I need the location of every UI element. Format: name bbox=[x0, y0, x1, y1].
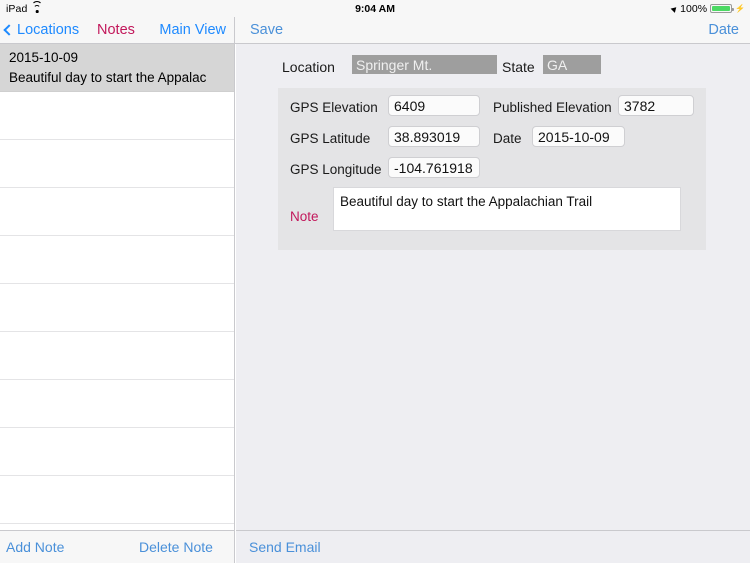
save-button-label: Save bbox=[250, 22, 284, 38]
note-detail-pane: Location Springer Mt. State GA GPS Eleva… bbox=[236, 44, 750, 530]
send-email-label: Send Email bbox=[249, 539, 321, 555]
notes-list[interactable]: 2015-10-09 Beautiful day to start the Ap… bbox=[0, 44, 235, 530]
gps-elevation-input[interactable]: 6409 bbox=[388, 95, 480, 116]
main-view-label: Main View bbox=[159, 22, 226, 38]
list-item[interactable] bbox=[0, 380, 234, 428]
send-email-button[interactable]: Send Email bbox=[249, 531, 321, 563]
add-note-label: Add Note bbox=[6, 539, 65, 555]
location-row: Location Springer Mt. State GA bbox=[236, 55, 750, 79]
list-item[interactable]: 2015-10-09 Beautiful day to start the Ap… bbox=[0, 44, 234, 92]
list-item[interactable] bbox=[0, 236, 234, 284]
note-label: Note bbox=[290, 209, 319, 224]
ipad-app-window: iPad 9:04 AM 100% ⚡ Locations Notes Main… bbox=[0, 0, 750, 563]
navigation-bar: Locations Notes Main View Save Date bbox=[0, 17, 750, 44]
back-button-label: Locations bbox=[17, 22, 80, 38]
main-view-button[interactable]: Main View bbox=[159, 17, 226, 43]
add-note-button[interactable]: Add Note bbox=[6, 531, 64, 563]
gps-latitude-label: GPS Latitude bbox=[290, 131, 371, 146]
published-elevation-label: Published Elevation bbox=[493, 100, 612, 115]
battery-percent-label: 100% bbox=[680, 2, 708, 15]
navigation-bar-master: Locations Notes Main View bbox=[0, 17, 235, 43]
navigation-bar-detail: Save Date bbox=[236, 17, 750, 43]
battery-icon bbox=[710, 3, 735, 14]
state-label: State bbox=[502, 59, 535, 75]
detail-toolbar: Send Email bbox=[236, 530, 750, 563]
location-label: Location bbox=[282, 59, 335, 75]
charging-bolt-icon: ⚡ bbox=[735, 3, 745, 13]
note-preview-label: Beautiful day to start the Appalac bbox=[9, 70, 207, 85]
list-item[interactable] bbox=[0, 476, 234, 524]
note-date-label: 2015-10-09 bbox=[9, 50, 79, 65]
date-button[interactable]: Date bbox=[708, 17, 739, 43]
list-item[interactable] bbox=[0, 332, 234, 380]
page-title: Notes bbox=[97, 17, 135, 43]
status-bar-right: 100% ⚡ bbox=[670, 0, 745, 17]
chevron-left-icon bbox=[3, 24, 15, 36]
page-title-label: Notes bbox=[97, 22, 135, 38]
delete-note-button[interactable]: Delete Note bbox=[139, 531, 213, 563]
published-elevation-input[interactable]: 3782 bbox=[618, 95, 694, 116]
list-item[interactable] bbox=[0, 188, 234, 236]
gps-latitude-input[interactable]: 38.893019 bbox=[388, 126, 480, 147]
list-item[interactable] bbox=[0, 140, 234, 188]
date-input[interactable]: 2015-10-09 bbox=[532, 126, 625, 147]
state-input[interactable]: GA bbox=[543, 55, 601, 74]
list-item[interactable] bbox=[0, 284, 234, 332]
gps-longitude-label: GPS Longitude bbox=[290, 162, 382, 177]
note-textarea[interactable]: Beautiful day to start the Appalachian T… bbox=[333, 187, 681, 231]
location-arrow-icon bbox=[670, 4, 679, 13]
save-button[interactable]: Save bbox=[250, 17, 283, 43]
note-fields-card: GPS Elevation 6409 Published Elevation 3… bbox=[278, 88, 706, 250]
gps-longitude-input[interactable]: -104.761918 bbox=[388, 157, 480, 178]
date-button-label: Date bbox=[708, 22, 739, 38]
back-button-locations[interactable]: Locations bbox=[3, 17, 80, 43]
delete-note-label: Delete Note bbox=[139, 539, 213, 555]
list-item[interactable] bbox=[0, 428, 234, 476]
clock-label: 9:04 AM bbox=[355, 2, 395, 15]
gps-elevation-label: GPS Elevation bbox=[290, 100, 378, 115]
status-bar-center: 9:04 AM bbox=[0, 0, 750, 17]
status-bar: iPad 9:04 AM 100% ⚡ bbox=[0, 0, 750, 17]
date-label: Date bbox=[493, 131, 522, 146]
sidebar-toolbar: Add Note Delete Note bbox=[0, 530, 235, 563]
location-input[interactable]: Springer Mt. bbox=[352, 55, 497, 74]
list-item[interactable] bbox=[0, 92, 234, 140]
